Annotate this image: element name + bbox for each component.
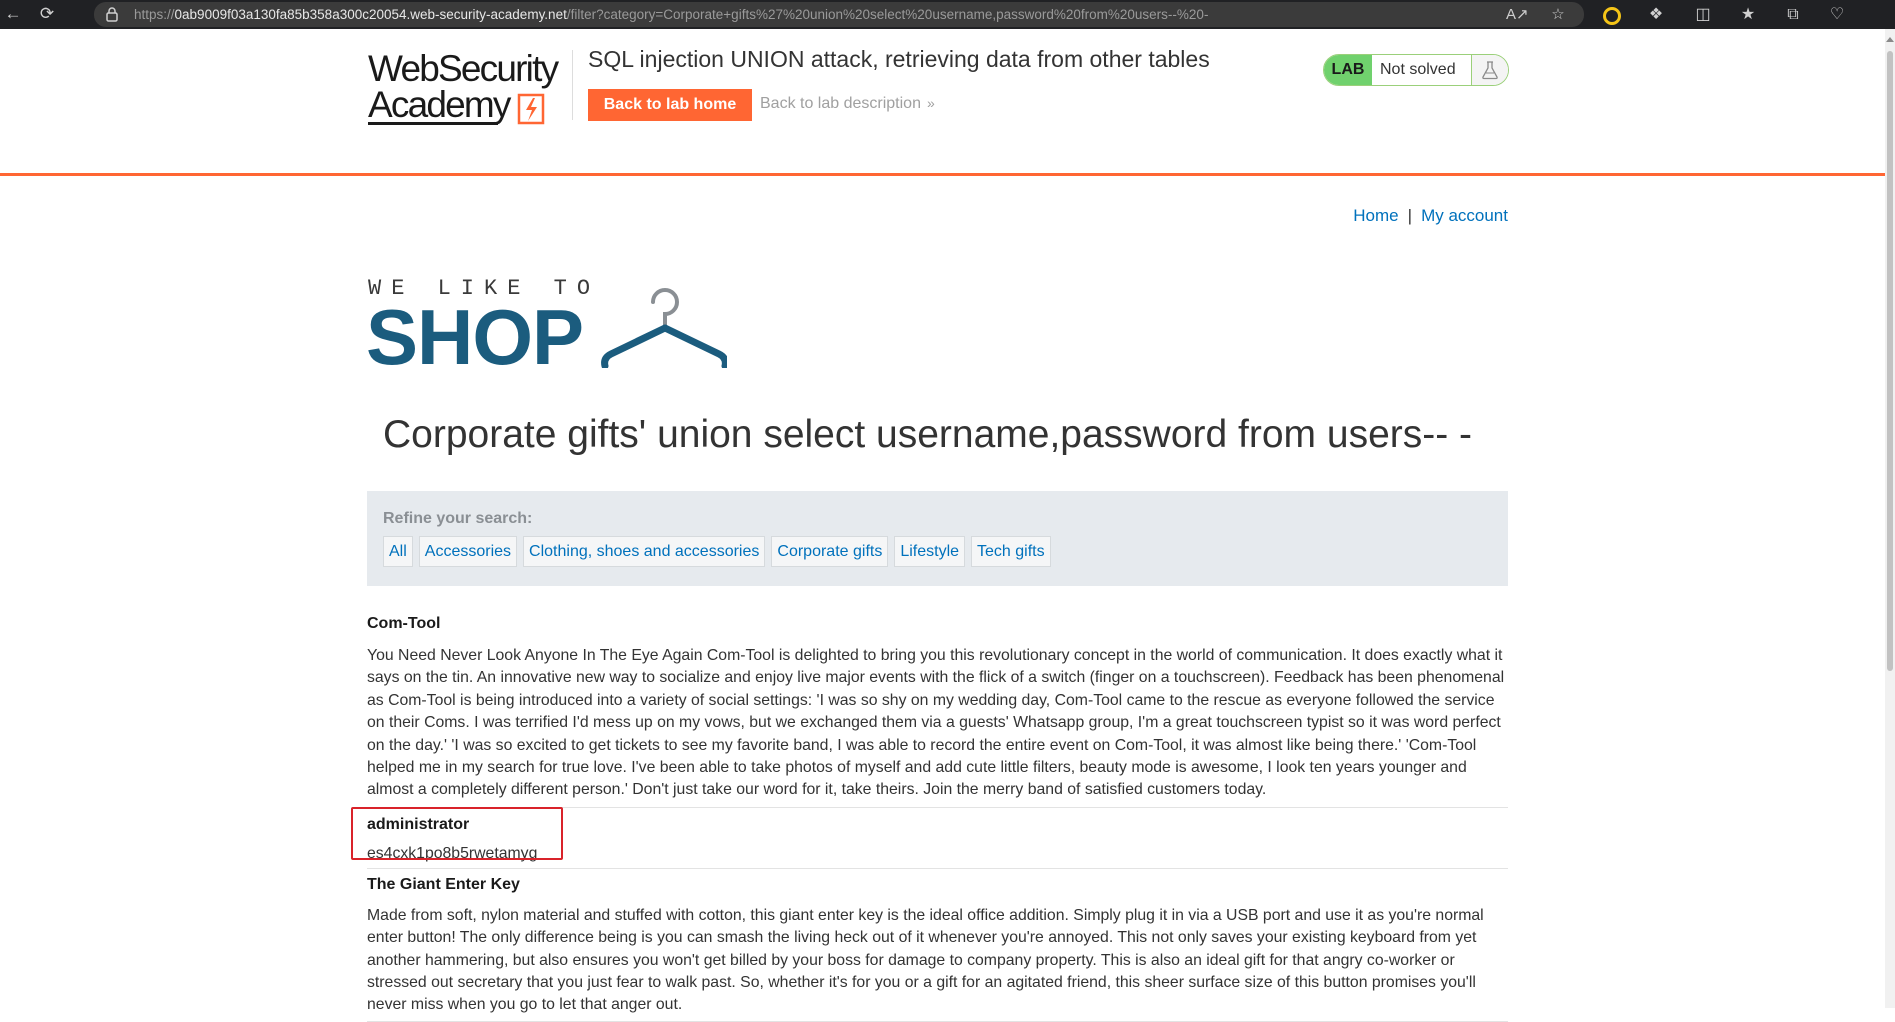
shop-banner: WE LIKE TO SHOP (366, 274, 727, 376)
favorites-icon[interactable]: ★ (1737, 4, 1759, 26)
table-row: The Giant Enter Key Made from soft, nylo… (367, 869, 1508, 1022)
refine-search-label: Refine your search: (383, 510, 533, 527)
product-description: You Need Never Look Anyone In The Eye Ag… (367, 647, 1505, 799)
my-account-link[interactable]: My account (1421, 206, 1508, 225)
search-results-heading: Corporate gifts' union select username,p… (383, 413, 1473, 456)
header-divider (572, 50, 573, 120)
lab-status-tag: LAB (1324, 55, 1372, 85)
web-security-academy-logo[interactable]: WebSecurity Academy (368, 50, 568, 126)
bolt-icon (517, 93, 545, 125)
back-to-description-label: Back to lab description (760, 95, 921, 112)
extensions-puzzle-icon[interactable]: ❖ (1645, 4, 1667, 26)
back-arrow-icon[interactable]: ← (2, 3, 24, 25)
address-bar[interactable]: https://0ab9009f03a130fa85b358a300c20054… (94, 2, 1584, 27)
url-prefix: https:// (134, 7, 175, 22)
lab-title: SQL injection UNION attack, retrieving d… (588, 46, 1210, 72)
lock-icon (106, 7, 118, 22)
logo-line-1: WebSecurity (368, 48, 559, 89)
credential-highlight-box (351, 807, 563, 860)
hanger-icon (601, 288, 727, 368)
lab-status-text: Not solved (1380, 61, 1456, 78)
filter-all[interactable]: All (383, 536, 413, 567)
filter-accessories[interactable]: Accessories (418, 536, 518, 567)
banner-word: SHOP (366, 293, 584, 381)
home-link[interactable]: Home (1353, 206, 1398, 225)
split-screen-icon[interactable]: ◫ (1692, 4, 1714, 26)
heartbeat-icon[interactable]: ♡ (1826, 4, 1848, 26)
url-text[interactable]: https://0ab9009f03a130fa85b358a300c20054… (134, 7, 1208, 22)
filter-panel: Refine your search: All Accessories Clothi… (367, 491, 1508, 586)
product-description: Made from soft, nylon material and stuff… (367, 906, 1484, 1014)
flask-button[interactable] (1471, 55, 1508, 85)
lab-status-widget: LAB Not solved (1323, 54, 1509, 86)
extension-ring-icon[interactable] (1603, 7, 1621, 25)
filter-tech-gifts[interactable]: Tech gifts (971, 536, 1051, 567)
url-path: /filter?category=Corporate+gifts%27%20un… (566, 7, 1209, 22)
header-accent-rule (0, 173, 1885, 176)
product-name: Com-Tool (367, 615, 441, 632)
double-chevron-right-icon: » (926, 95, 935, 111)
page-scrollbar[interactable] (1885, 29, 1895, 1008)
read-aloud-icon[interactable]: A↗ (1506, 5, 1529, 25)
favorite-star-icon[interactable]: ☆ (1548, 5, 1568, 25)
filter-corporate-gifts[interactable]: Corporate gifts (771, 536, 889, 567)
back-to-lab-description-link[interactable]: Back to lab description » (760, 95, 935, 113)
scrollbar-thumb[interactable] (1887, 51, 1893, 671)
browser-toolbar: ← ⟳ https://0ab9009f03a130fa85b358a300c2… (0, 0, 1895, 29)
flask-icon (1482, 61, 1498, 80)
url-host: 0ab9009f03a130fa85b358a300c20054.web-sec… (174, 7, 567, 22)
category-filter-list: All Accessories Clothing, shoes and access… (383, 536, 1057, 567)
collections-icon[interactable]: ⧉ (1782, 4, 1804, 26)
filter-lifestyle[interactable]: Lifestyle (894, 536, 966, 567)
table-row: Com-Tool You Need Never Look Anyone In T… (367, 608, 1508, 808)
refresh-icon[interactable]: ⟳ (36, 3, 58, 25)
scroll-up-arrow-icon[interactable] (1886, 37, 1894, 42)
account-nav: Home | My account (1353, 206, 1508, 226)
logo-line-2: Academy (368, 84, 511, 125)
back-to-lab-home-button[interactable]: Back to lab home (588, 89, 752, 121)
nav-separator: | (1407, 206, 1413, 225)
logo-underline (368, 122, 498, 125)
filter-clothing-shoes-accessories[interactable]: Clothing, shoes and accessories (523, 536, 766, 567)
product-name: The Giant Enter Key (367, 875, 520, 893)
